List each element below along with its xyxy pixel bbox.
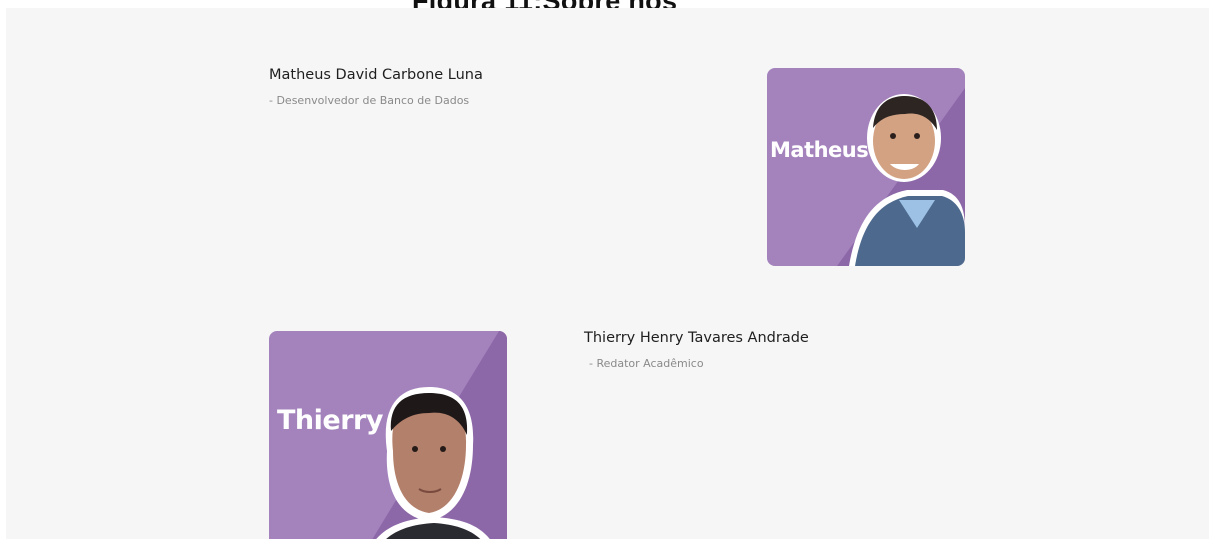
member-name: Matheus David Carbone Luna [269,67,483,83]
member-photo-card: Matheus [767,68,965,266]
about-us-section: Matheus David Carbone Luna - Desenvolved… [6,8,1209,539]
member-photo-card: Thierry [269,331,507,539]
card-label: Matheus [770,138,869,162]
member-name: Thierry Henry Tavares Andrade [584,330,809,346]
member-role: - Redator Acadêmico [589,357,704,370]
card-label: Thierry [277,405,383,436]
member-role: - Desenvolvedor de Banco de Dados [269,94,470,107]
member-portrait [837,68,965,266]
